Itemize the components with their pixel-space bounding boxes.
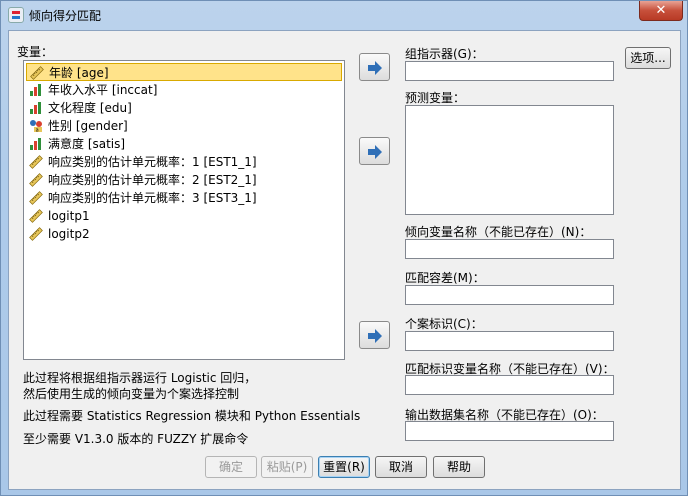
variable-label: 年收入水平 [inccat] bbox=[48, 83, 158, 97]
info-line-4: 至少需要 V1.3.0 版本的 FUZZY 扩展命令 bbox=[23, 432, 249, 446]
group-indicator-field[interactable] bbox=[405, 61, 614, 81]
variable-list-item[interactable]: 年龄 [age] bbox=[26, 63, 342, 81]
propensity-name-label: 倾向变量名称（不能已存在）(N)： bbox=[405, 225, 592, 239]
variable-list-item[interactable]: 文化程度 [edu] bbox=[26, 99, 342, 117]
variable-label: 响应类别的估计单元概率：2 [EST2_1] bbox=[48, 173, 257, 187]
variable-list-item[interactable]: 响应类别的估计单元概率：2 [EST2_1] bbox=[26, 171, 342, 189]
move-to-case-id-button[interactable] bbox=[359, 321, 390, 349]
predictors-list[interactable] bbox=[405, 105, 614, 215]
title-bar[interactable]: 倾向得分匹配 ✕ bbox=[1, 1, 687, 29]
propensity-name-input[interactable] bbox=[405, 239, 614, 259]
match-tolerance-input[interactable] bbox=[405, 285, 614, 305]
paste-button[interactable]: 粘贴(P) bbox=[261, 456, 313, 478]
variable-label: logitp1 bbox=[48, 209, 90, 223]
reset-button[interactable]: 重置(R) bbox=[318, 456, 370, 478]
window-title: 倾向得分匹配 bbox=[29, 9, 102, 23]
variable-list-item[interactable]: 响应类别的估计单元概率：1 [EST1_1] bbox=[26, 153, 342, 171]
cancel-button[interactable]: 取消 bbox=[375, 456, 427, 478]
variable-list-item[interactable]: logitp2 bbox=[26, 225, 342, 243]
arrow-right-icon bbox=[368, 329, 382, 343]
close-button[interactable]: ✕ bbox=[639, 1, 683, 21]
app-icon bbox=[8, 7, 24, 23]
info-line-3: 此过程需要 Statistics Regression 模块和 Python E… bbox=[23, 409, 361, 423]
variable-list[interactable]: 年龄 [age] 年收入水平 [inccat] 文化程度 [edu] a 性别 [gen… bbox=[23, 60, 345, 360]
variables-label: 变量： bbox=[17, 45, 54, 59]
options-button[interactable]: 选项... bbox=[625, 47, 671, 69]
variable-label: 性别 [gender] bbox=[48, 119, 128, 133]
variable-list-item[interactable]: 年收入水平 [inccat] bbox=[26, 81, 342, 99]
arrow-right-icon bbox=[368, 145, 382, 159]
match-id-name-input[interactable] bbox=[405, 375, 614, 395]
match-tolerance-label: 匹配容差(M)： bbox=[405, 271, 485, 285]
group-indicator-label: 组指示器(G)： bbox=[405, 47, 484, 61]
case-id-label: 个案标识(C)： bbox=[405, 317, 483, 331]
variable-label: 响应类别的估计单元概率：3 [EST3_1] bbox=[48, 191, 257, 205]
variable-list-item[interactable]: a 性别 [gender] bbox=[26, 117, 342, 135]
variable-label: 文化程度 [edu] bbox=[48, 101, 132, 115]
variable-label: 满意度 [satis] bbox=[48, 137, 126, 151]
move-to-group-indicator-button[interactable] bbox=[359, 53, 390, 81]
info-line-1: 此过程将根据组指示器运行 Logistic 回归， bbox=[23, 371, 257, 385]
variable-label: 响应类别的估计单元概率：1 [EST1_1] bbox=[48, 155, 257, 169]
variable-list-item[interactable]: 响应类别的估计单元概率：3 [EST3_1] bbox=[26, 189, 342, 207]
variable-list-item[interactable]: 满意度 [satis] bbox=[26, 135, 342, 153]
case-id-field[interactable] bbox=[405, 331, 614, 351]
variable-list-item[interactable]: logitp1 bbox=[26, 207, 342, 225]
arrow-right-icon bbox=[368, 61, 382, 75]
ok-button[interactable]: 确定 bbox=[205, 456, 257, 478]
move-to-predictors-button[interactable] bbox=[359, 137, 390, 165]
predictors-label: 预测变量： bbox=[405, 91, 466, 105]
svg-text:a: a bbox=[36, 128, 39, 133]
help-button[interactable]: 帮助 bbox=[433, 456, 485, 478]
dialog-window: 倾向得分匹配 ✕ 变量： 年龄 [age] 年收入水平 [inccat] 文化程度 … bbox=[0, 0, 688, 496]
info-line-2: 然后使用生成的倾向变量为个案选择控制 bbox=[23, 387, 240, 401]
variable-label: logitp2 bbox=[48, 227, 90, 241]
variable-label: 年龄 [age] bbox=[49, 66, 109, 80]
output-dataset-input[interactable] bbox=[405, 421, 614, 441]
